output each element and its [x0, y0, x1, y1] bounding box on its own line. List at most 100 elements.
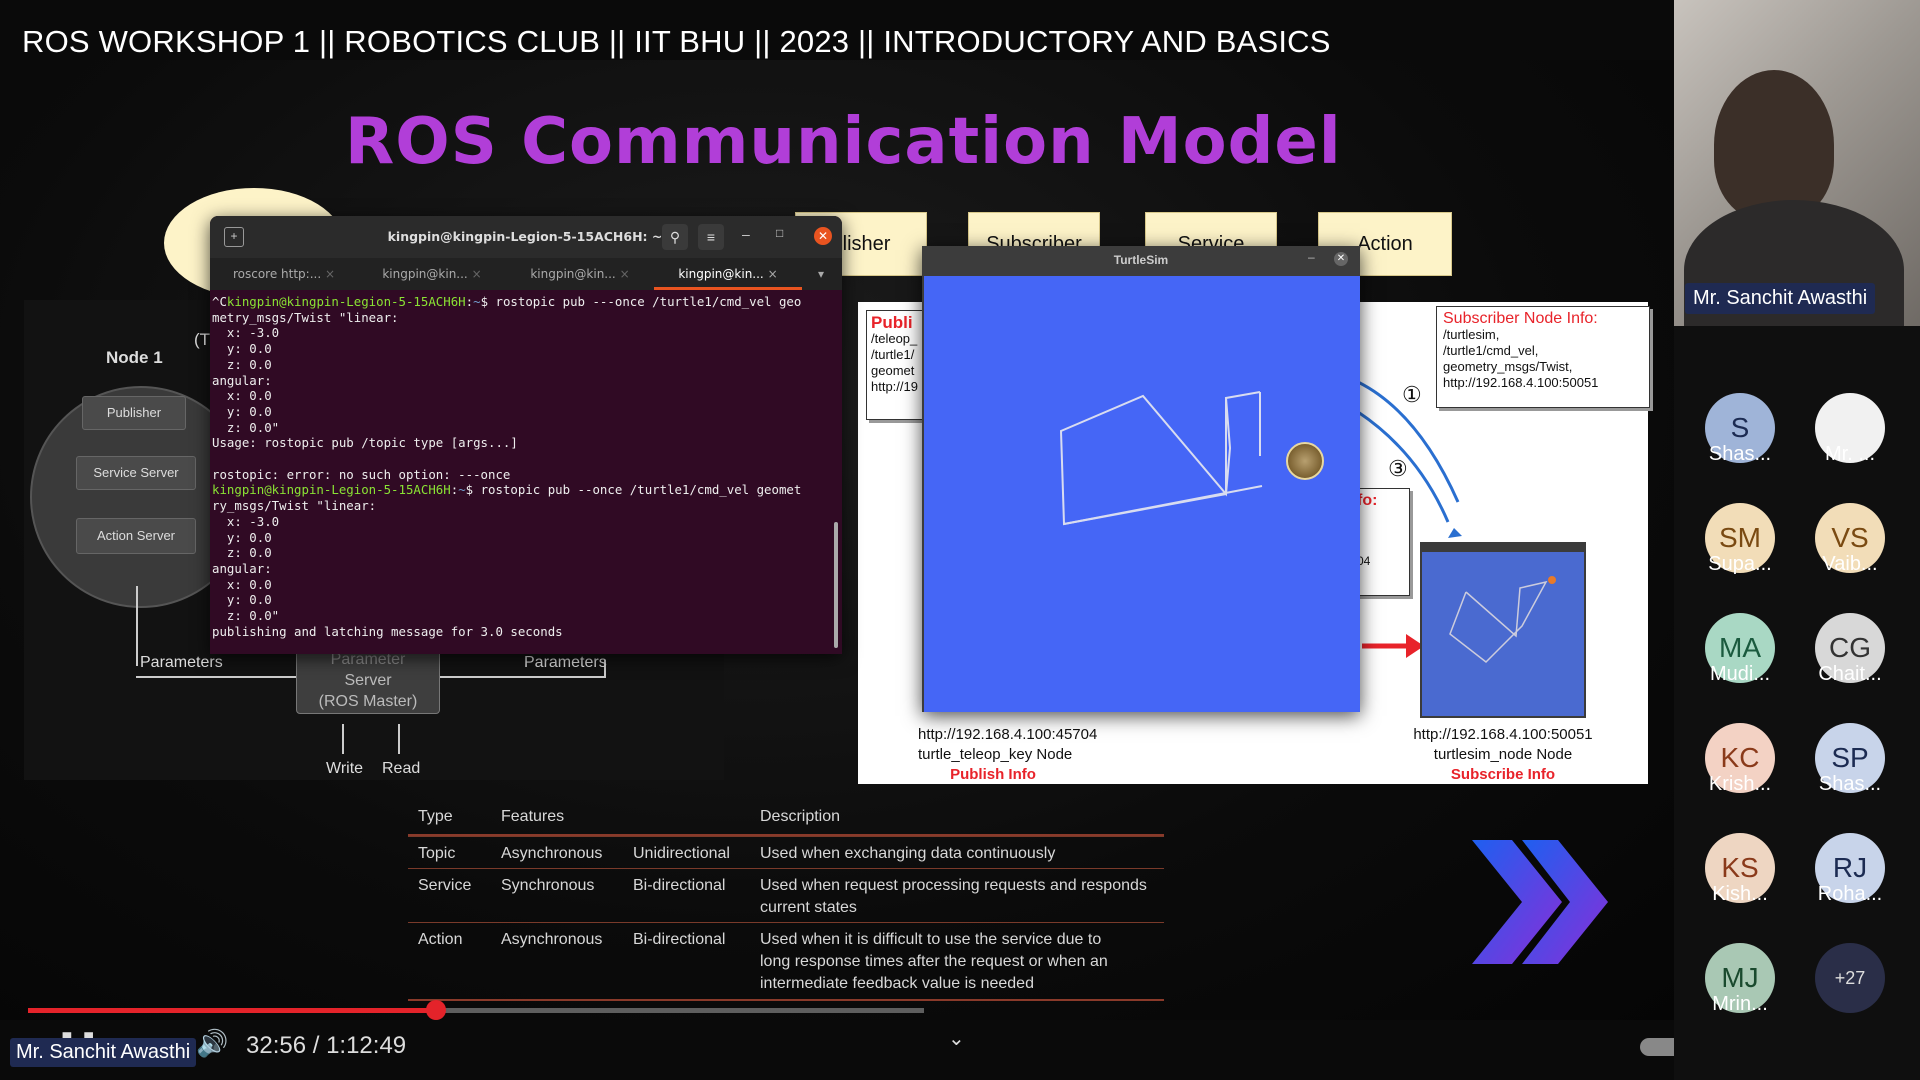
- terminal-output-block: x: -3.0 y: 0.0 z: 0.0 angular: x: 0.0 y:…: [212, 325, 518, 482]
- participant-tile[interactable]: RJ Roha...: [1815, 833, 1885, 933]
- volume-icon[interactable]: 🔊: [196, 1028, 228, 1059]
- terminal-output-block: x: -3.0 y: 0.0 z: 0.0 angular: x: 0.0 y:…: [212, 513, 563, 639]
- chevron-down-icon[interactable]: ⌄: [948, 1026, 965, 1051]
- arrow-head: [1448, 528, 1462, 538]
- minimize-icon[interactable]: –: [742, 226, 750, 242]
- table-header: Type Features Description: [408, 800, 1164, 836]
- cell-dir: Bi-directional: [633, 877, 726, 894]
- terminal-prompt: kingpin@kingpin-Legion-5-15ACH6H: [226, 294, 466, 309]
- tabs-dropdown-icon[interactable]: ▾: [806, 258, 836, 290]
- chevron-logo: [1472, 840, 1608, 964]
- close-icon[interactable]: ✕: [814, 227, 832, 245]
- write-arrow: [342, 724, 344, 754]
- cell-desc: Used when exchanging data continuously: [760, 845, 1056, 862]
- terminal-tab[interactable]: roscore http:... ×: [210, 258, 358, 290]
- progress-scrubber[interactable]: [426, 1000, 446, 1020]
- autoplay-toggle[interactable]: [1640, 1038, 1674, 1056]
- terminal-prompt: kingpin@kingpin-Legion-5-15ACH6H: [212, 482, 451, 498]
- speaker-name-tag: Mr. Sanchit Awasthi: [10, 1038, 197, 1067]
- read-arrow: [398, 724, 400, 754]
- participant-name: Supa...: [1708, 553, 1772, 575]
- cell-type: Action: [418, 931, 463, 948]
- box-label: Action: [1357, 233, 1413, 255]
- close-icon[interactable]: ✕: [1334, 252, 1348, 266]
- terminal-command-cont: metry_msgs/Twist "linear:: [212, 309, 399, 325]
- terminal-command-cont: ry_msgs/Twist "linear:: [212, 498, 377, 514]
- participant-name: Mudi...: [1709, 663, 1771, 685]
- write-label: Write: [326, 760, 364, 777]
- participant-tile[interactable]: S Shas...: [1705, 393, 1775, 493]
- hamburger-menu-icon[interactable]: ≡: [698, 224, 724, 250]
- new-tab-icon[interactable]: +: [224, 227, 244, 247]
- participant-name: Vaib...: [1822, 553, 1878, 575]
- participant-tile[interactable]: KC Krish...: [1705, 723, 1775, 823]
- video-player[interactable]: ROS WORKSHOP 1 || ROBOTICS CLUB || IIT B…: [0, 0, 1674, 1080]
- cell-sync: Synchronous: [501, 877, 595, 894]
- cell-dir: Bi-directional: [633, 931, 726, 948]
- table-row: Service Synchronous Bi-directional Used …: [408, 868, 1164, 923]
- left-url: http://192.168.4.100:45704: [918, 726, 1098, 743]
- publisher-label: Publisher: [106, 405, 162, 420]
- speaker-silhouette: [1714, 70, 1834, 220]
- participant-tile[interactable]: KS Kish...: [1705, 833, 1775, 933]
- arrow-1: [1357, 380, 1460, 503]
- terminal-tab[interactable]: kingpin@kin... ×: [506, 258, 654, 290]
- participant-tile[interactable]: VS Vaib...: [1815, 503, 1885, 603]
- terminal-tab[interactable]: kingpin@kin... ×: [358, 258, 506, 290]
- progress-fill: [28, 1008, 436, 1013]
- read-label: Read: [382, 760, 421, 777]
- col-features: Features: [501, 808, 565, 825]
- maximize-icon[interactable]: □: [776, 226, 783, 240]
- terminal-scrollbar[interactable]: [834, 522, 838, 648]
- turtlesim-title: TurtleSim: [1113, 253, 1169, 267]
- service-server-block: Service Server: [76, 456, 196, 490]
- service-server-label: Service Server: [93, 465, 179, 480]
- params-left-label: Parameters: [140, 654, 223, 671]
- publisher-block: Publisher: [82, 396, 186, 430]
- connector-line: [136, 676, 296, 678]
- participant-name: Roha...: [1817, 883, 1883, 905]
- turtle-icon: [1286, 442, 1324, 480]
- cell-type: Topic: [418, 845, 456, 862]
- participant-tile[interactable]: MJ Mrin...: [1705, 943, 1775, 1043]
- speaker-name-label: Mr. Sanchit Awasthi: [1685, 283, 1876, 314]
- slide-title: ROS Communication Model: [345, 105, 1342, 179]
- mini-turtle-path: [1449, 576, 1556, 663]
- terminal-titlebar[interactable]: + kingpin@kingpin-Legion-5-15ACH6H: ~ ⚲ …: [210, 216, 842, 258]
- cell-desc: Used when request processing requests an…: [760, 877, 1147, 916]
- terminal-window[interactable]: + kingpin@kingpin-Legion-5-15ACH6H: ~ ⚲ …: [210, 216, 842, 654]
- params-right-label: Parameters: [524, 654, 607, 671]
- terminal-tabs: roscore http:... × kingpin@kin... × king…: [210, 258, 842, 290]
- action-server-block: Action Server: [76, 518, 196, 554]
- more-participants[interactable]: +27: [1815, 943, 1885, 1013]
- participant-name: Mrin...: [1712, 993, 1768, 1015]
- connector-line: [440, 676, 606, 678]
- participant-tile[interactable]: Mr. ...: [1815, 393, 1885, 493]
- terminal-command: rostopic pub ---once /turtle1/cmd_vel ge…: [495, 294, 802, 309]
- right-info-label: Subscribe Info: [1450, 766, 1556, 783]
- left-info-label: Publish Info: [950, 766, 1036, 783]
- minimize-icon[interactable]: –: [1308, 250, 1315, 264]
- terminal-title: kingpin@kingpin-Legion-5-15ACH6H: ~: [387, 229, 663, 244]
- cell-type: Service: [418, 877, 472, 894]
- tab-label: kingpin@kin...: [382, 267, 468, 281]
- tab-label: kingpin@kin...: [530, 267, 616, 281]
- turtlesim-window[interactable]: TurtleSim – ✕: [922, 246, 1360, 712]
- turtle-path: [1059, 391, 1263, 526]
- terminal-tab-active[interactable]: kingpin@kin... ×: [654, 258, 802, 290]
- more-count: +27: [1834, 968, 1866, 988]
- action-server-label: Action Server: [96, 528, 176, 543]
- participant-tile[interactable]: SP Shas...: [1815, 723, 1885, 823]
- mini-turtlesim-canvas: [1422, 552, 1584, 716]
- participant-tile[interactable]: MA Mudi...: [1705, 613, 1775, 713]
- search-icon[interactable]: ⚲: [662, 224, 688, 250]
- time-display: 32:56 / 1:12:49: [246, 1032, 407, 1059]
- col-description: Description: [760, 808, 841, 825]
- participant-tile[interactable]: CG Chait...: [1815, 613, 1885, 713]
- terminal-output[interactable]: ^Ckingpin@kingpin-Legion-5-15ACH6H:~$ ro…: [212, 294, 832, 654]
- participant-name: Mr. ...: [1825, 443, 1875, 465]
- participant-tile[interactable]: SM Supa...: [1705, 503, 1775, 603]
- video-title: ROS WORKSHOP 1 || ROBOTICS CLUB || IIT B…: [22, 24, 1331, 59]
- speaker-video[interactable]: [1674, 0, 1920, 326]
- participant-name: Kish...: [1712, 883, 1768, 905]
